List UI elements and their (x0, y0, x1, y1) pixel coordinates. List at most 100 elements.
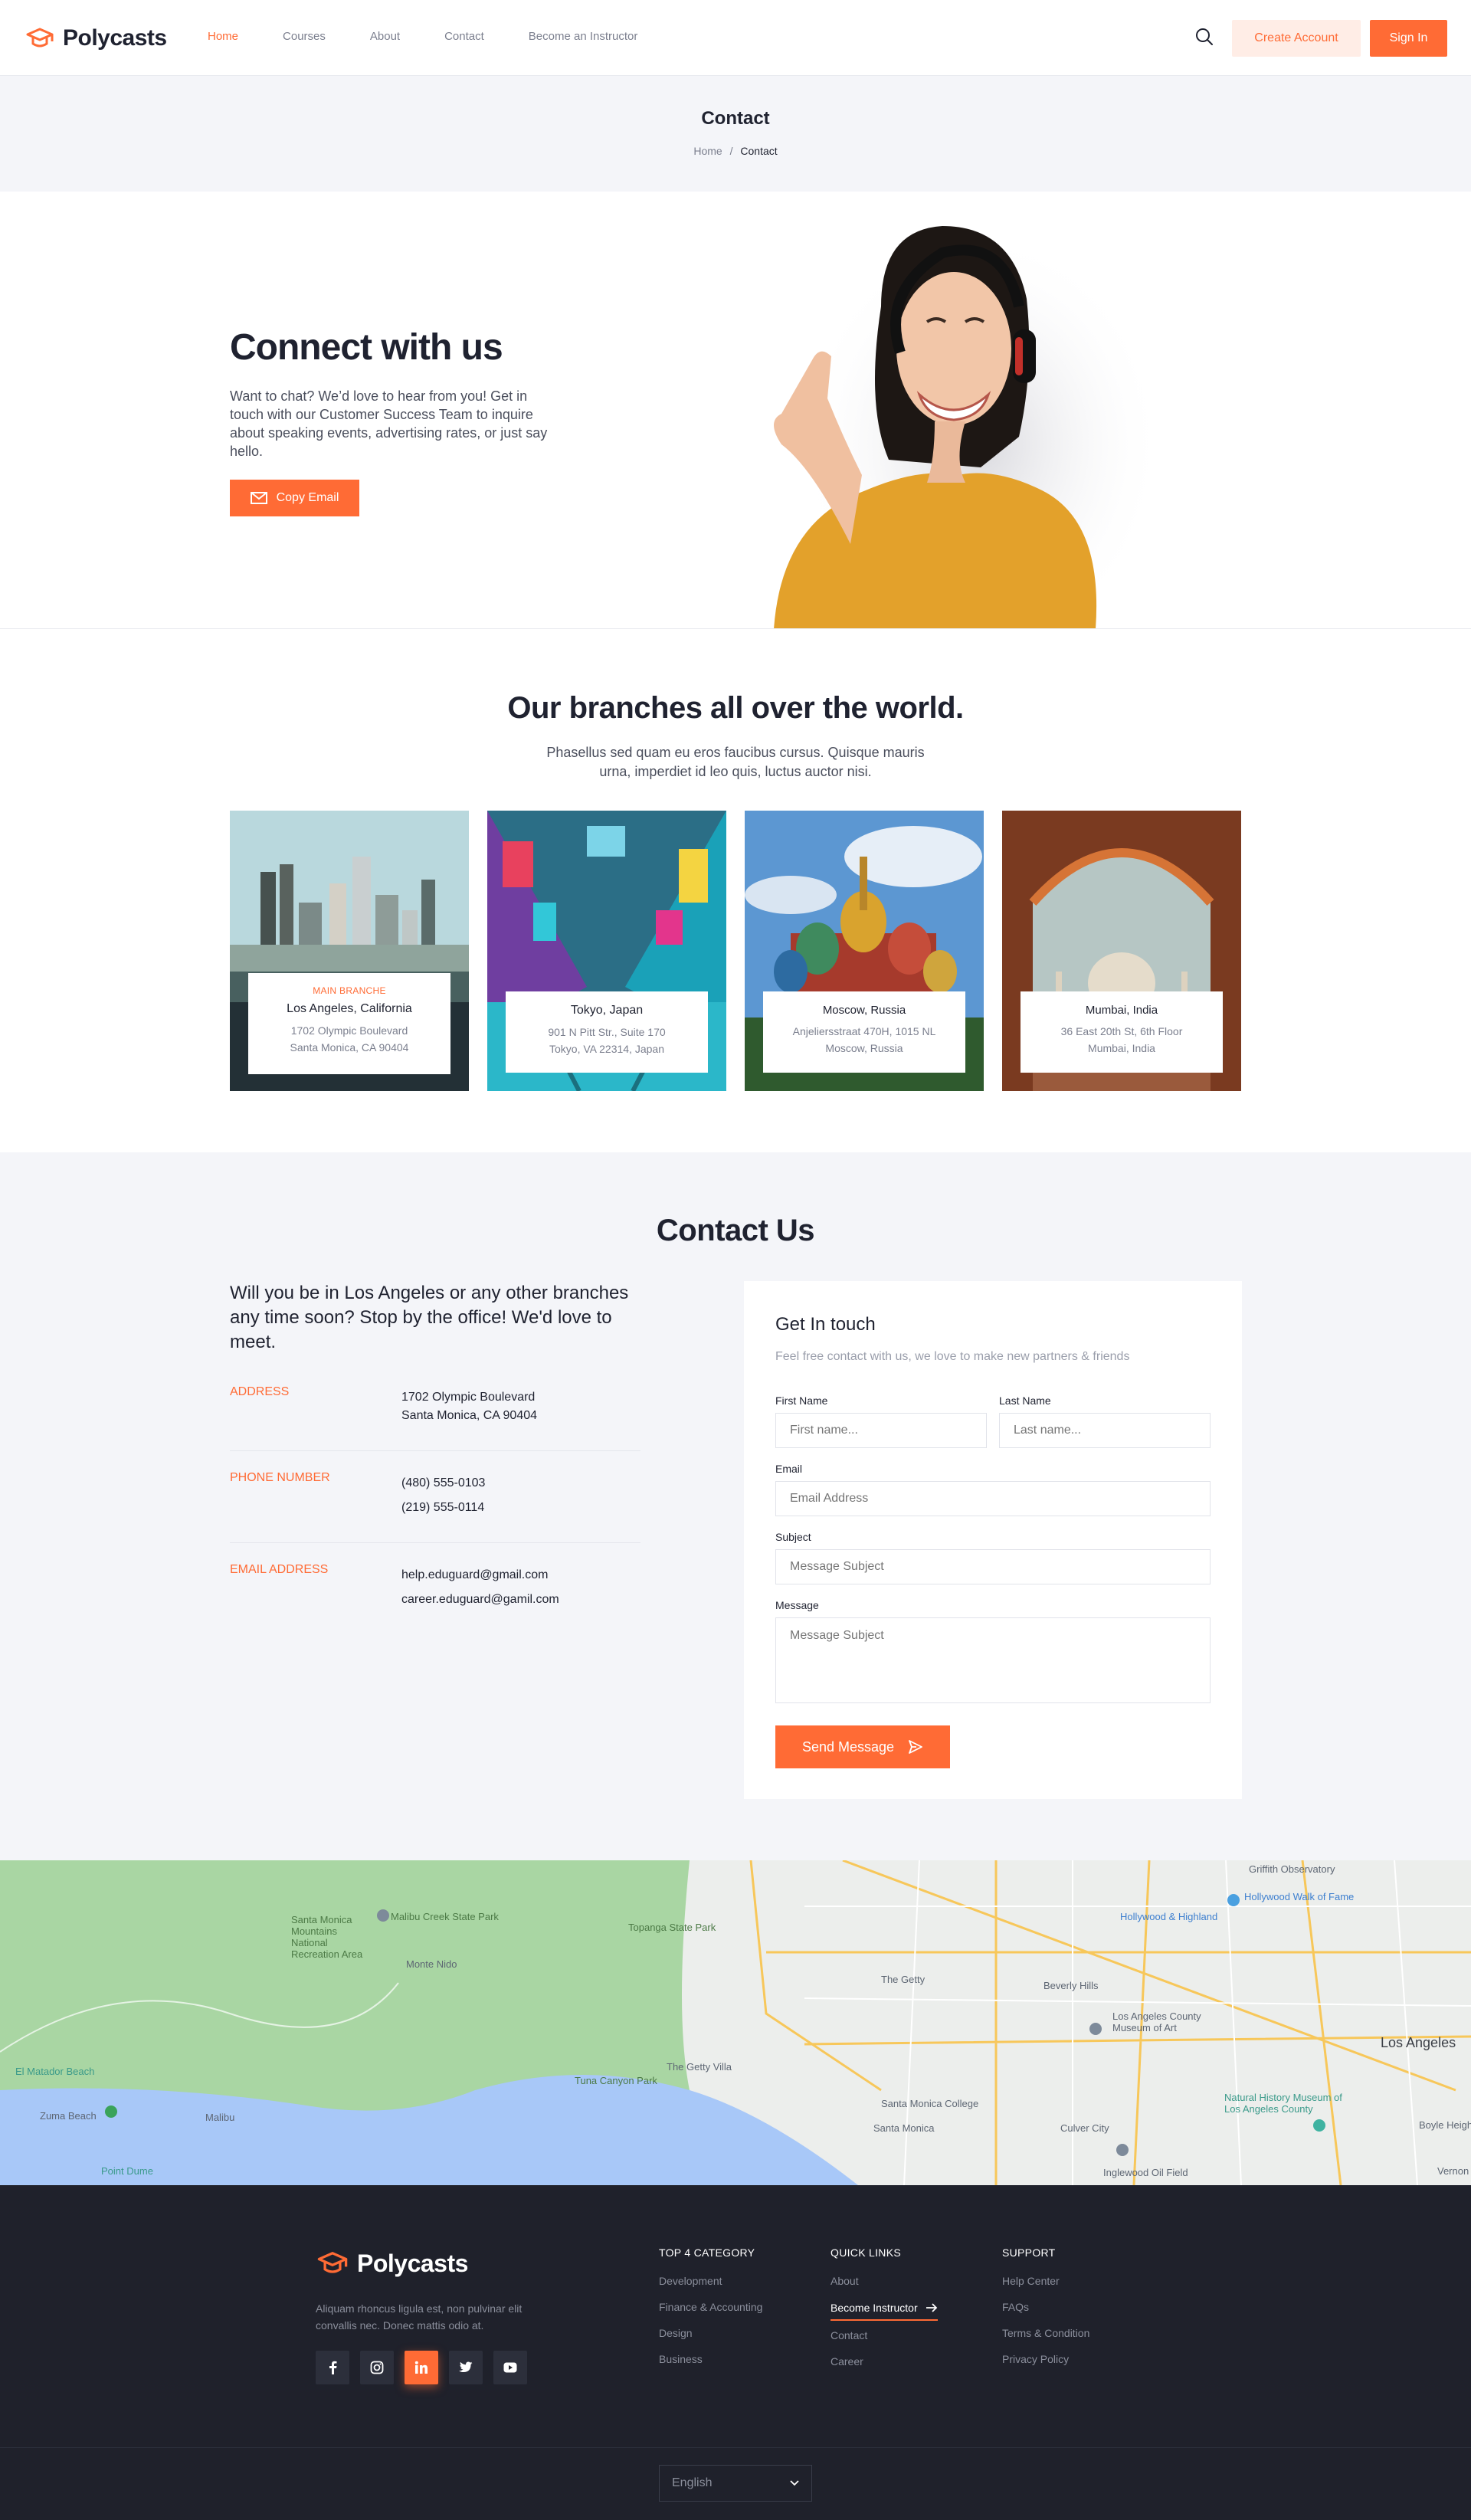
language-select[interactable]: English (659, 2465, 812, 2502)
map-label: Los Angeles County Museum of Art (1112, 2010, 1201, 2033)
map-label: Los Angeles (1381, 2035, 1456, 2050)
page-title: Contact (701, 108, 770, 129)
map-label: Tuna Canyon Park (575, 2075, 657, 2086)
send-message-label: Send Message (801, 1738, 895, 1755)
footer-link[interactable]: Career (831, 2356, 938, 2367)
breadcrumb-home[interactable]: Home (693, 145, 722, 157)
footer-col-category: Top 4 Category Development Finance & Acc… (659, 2246, 762, 2380)
map-label: Santa Monica (873, 2122, 935, 2134)
breadcrumb-current: Contact (740, 145, 778, 157)
logo[interactable]: Polycasts (25, 23, 167, 54)
branch-city: Moscow, Russia (822, 1004, 906, 1017)
send-message-button[interactable]: Send Message (775, 1725, 950, 1768)
create-account-button[interactable]: Create Account (1232, 20, 1361, 57)
address-label: Address (230, 1385, 290, 1398)
map-label: Vernon (1437, 2165, 1469, 2177)
footer-link[interactable]: Business (659, 2354, 762, 2364)
footer-description: Aliquam rhoncus ligula est, non pulvinar… (316, 2302, 523, 2332)
footer-link[interactable]: About (831, 2276, 938, 2286)
facebook-icon[interactable] (316, 2351, 349, 2384)
breadcrumb-separator: / (729, 145, 733, 157)
page-title-bar: Contact Home / Contact (0, 76, 1471, 192)
email-row: Email Address help.eduguard@gmail.com car… (230, 1563, 640, 1632)
contact-section: Contact Us Will you be in Los Angeles or… (0, 1152, 1471, 1860)
twitter-icon[interactable] (449, 2351, 483, 2384)
footer-col-support: Support Help Center FAQs Terms & Conditi… (1002, 2246, 1089, 2380)
phone-row: Phone Number (480) 555-0103 (219) 555-011… (230, 1471, 640, 1543)
nav-become-instructor[interactable]: Become an Instructor (529, 30, 638, 43)
branch-address: 1702 Olympic Boulevard Santa Monica, CA 9… (290, 1024, 409, 1054)
nav-courses[interactable]: Courses (283, 30, 326, 43)
arrow-right-icon (926, 2303, 937, 2312)
graduation-cap-icon (26, 28, 54, 48)
map-label: Point Dume (101, 2165, 153, 2177)
branch-card-mumbai[interactable]: Mumbai, India 36 East 20th St, 6th Floor… (1002, 811, 1241, 1091)
map-label: Zuma Beach (40, 2110, 97, 2122)
last-name-input[interactable] (999, 1413, 1211, 1448)
branch-address: Anjeliersstraat 470H, 1015 NL Moscow, Rus… (792, 1025, 936, 1054)
branch-info: Tokyo, Japan 901 N Pitt Str., Suite 170 T… (506, 991, 708, 1073)
branch-tag: Main Branche (313, 985, 386, 996)
branch-info: Main Branche Los Angeles, California 170… (248, 973, 450, 1074)
nav-home[interactable]: Home (208, 30, 238, 43)
map-canvas (0, 1860, 1471, 2185)
footer-link[interactable]: Terms & Condition (1002, 2328, 1089, 2338)
footer-col-quick-links: Quick Links About Become Instructor Cont… (831, 2246, 938, 2382)
map-label: Topanga State Park (628, 1922, 716, 1933)
map-label: Boyle Heights (1419, 2119, 1471, 2131)
location-map[interactable]: Griffith Observatory Hollywood & Highlan… (0, 1860, 1471, 2185)
branch-card-tokyo[interactable]: Tokyo, Japan 901 N Pitt Str., Suite 170 T… (487, 811, 726, 1091)
email-label: Email Address (230, 1563, 329, 1576)
email-field-label: Email (775, 1463, 803, 1475)
email-field[interactable] (775, 1481, 1211, 1516)
footer-link[interactable]: Design (659, 2328, 762, 2338)
last-name-label: Last Name (999, 1394, 1051, 1407)
branch-info: Moscow, Russia Anjeliersstraat 470H, 101… (763, 991, 965, 1073)
footer-link[interactable]: Contact (831, 2330, 938, 2341)
branch-city: Los Angeles, California (287, 1002, 412, 1015)
footer-link[interactable]: Finance & Accounting (659, 2302, 762, 2312)
map-label: Beverly Hills (1043, 1980, 1099, 1991)
footer-link[interactable]: FAQs (1002, 2302, 1089, 2312)
footer-link-active[interactable]: Become Instructor (831, 2302, 938, 2321)
email-value: help.eduguard@gmail.com career.eduguard@g… (401, 1568, 559, 1606)
footer-col-title: Quick Links (831, 2246, 901, 2259)
footer-link[interactable]: Development (659, 2276, 762, 2286)
breadcrumb: Home / Contact (0, 145, 1471, 157)
copy-email-button[interactable]: Copy Email (230, 480, 359, 516)
logo-text: Polycasts (63, 25, 167, 51)
contact-form: Get In touch Feel free contact with us, … (744, 1281, 1242, 1799)
footer-logo[interactable]: Polycasts (316, 2246, 468, 2280)
first-name-input[interactable] (775, 1413, 987, 1448)
nav-contact[interactable]: Contact (444, 30, 484, 43)
message-textarea[interactable] (775, 1617, 1211, 1703)
linkedin-icon[interactable] (405, 2351, 438, 2384)
map-label: Natural History Museum of Los Angeles Co… (1224, 2092, 1342, 2115)
footer-divider (0, 2447, 1471, 2448)
branch-city: Tokyo, Japan (570, 1004, 644, 1017)
footer-link[interactable]: Help Center (1002, 2276, 1089, 2286)
map-label: Monte Nido (406, 1958, 457, 1970)
subject-input[interactable] (775, 1549, 1211, 1584)
send-icon (909, 1740, 922, 1754)
map-label: Inglewood Oil Field (1103, 2167, 1188, 2178)
sign-in-button[interactable]: Sign In (1370, 20, 1447, 57)
map-label: Santa Monica Mountains National Recreati… (291, 1914, 363, 1960)
instagram-icon[interactable] (360, 2351, 394, 2384)
footer-link[interactable]: Privacy Policy (1002, 2354, 1089, 2364)
footer-link-label: Become Instructor (831, 2302, 918, 2314)
first-name-label: First Name (775, 1394, 828, 1407)
branch-card-moscow[interactable]: Moscow, Russia Anjeliersstraat 470H, 101… (745, 811, 984, 1091)
search-icon[interactable] (1194, 26, 1215, 48)
site-header: Polycasts Home Courses About Contact Bec… (0, 0, 1471, 76)
nav-about[interactable]: About (370, 30, 400, 43)
phone-label: Phone Number (230, 1471, 330, 1484)
envelope-icon (250, 492, 267, 504)
youtube-icon[interactable] (493, 2351, 527, 2384)
chevron-down-icon (790, 2480, 799, 2486)
phone-value: (480) 555-0103 (219) 555-0114 (401, 1476, 486, 1514)
branch-card-los-angeles[interactable]: Main Branche Los Angeles, California 170… (230, 811, 469, 1091)
hero-person-image (774, 226, 1165, 628)
contact-intro: Will you be in Los Angeles or any other … (230, 1283, 629, 1352)
hero-title: Connect with us (230, 327, 503, 368)
